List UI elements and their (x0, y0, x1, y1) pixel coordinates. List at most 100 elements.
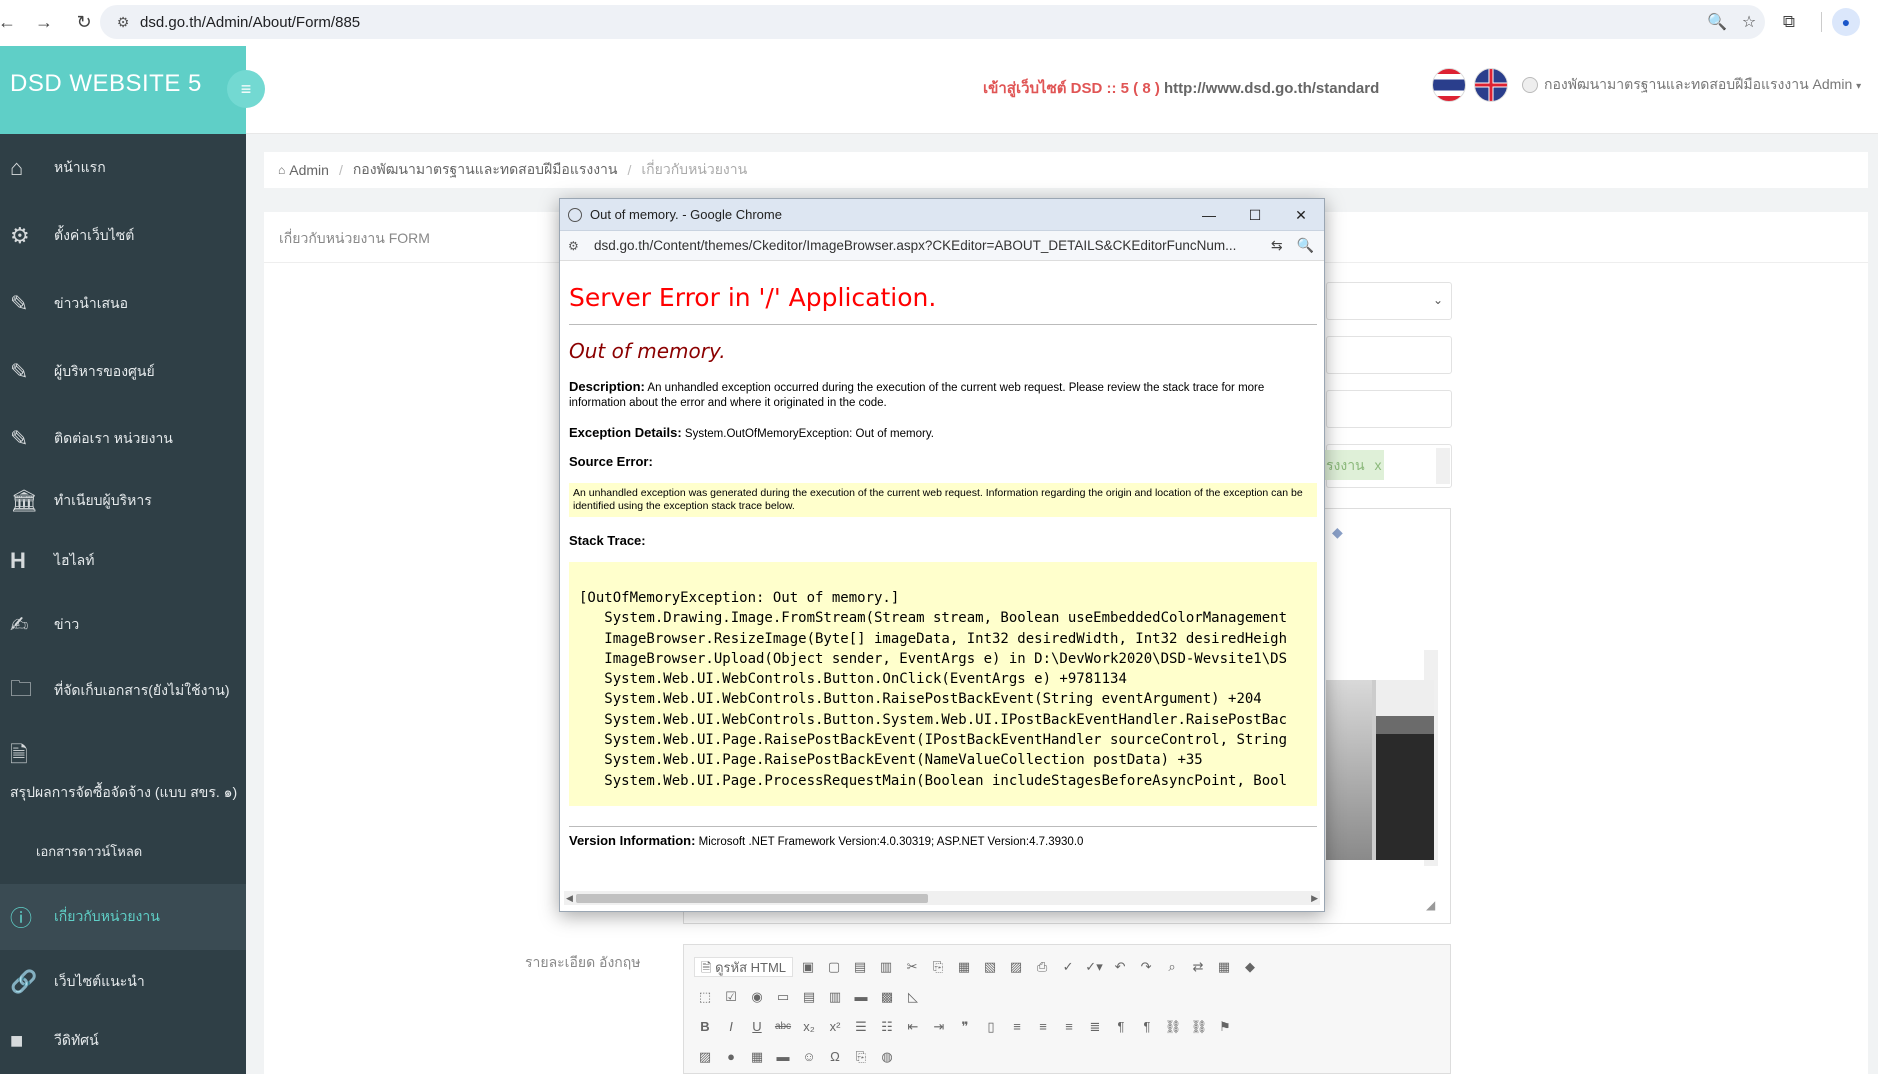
image-icon[interactable]: ▨ (694, 1047, 716, 1067)
sidebar-item-settings[interactable]: ⚙ ตั้งค่าเว็บไซต์ (0, 202, 246, 270)
smiley-icon[interactable]: ☺ (798, 1047, 820, 1067)
sidebar-item-document-storage[interactable]: 🗀 ที่จัดเก็บเอกสาร(ยังไม่ใช้งาน) (0, 658, 246, 724)
new-page-icon[interactable]: ▢ (823, 957, 845, 977)
save-icon[interactable]: ▣ (797, 957, 819, 977)
title-en-input[interactable] (1326, 390, 1452, 428)
justify-icon[interactable]: ≣ (1084, 1017, 1106, 1037)
remove-format-icon[interactable]: ◆ (1239, 957, 1261, 977)
sidebar-item-home[interactable]: ⌂ หน้าแรก (0, 134, 246, 202)
subscript-icon[interactable]: x₂ (798, 1017, 820, 1037)
table-icon[interactable]: ▦ (746, 1047, 768, 1067)
view-source-button[interactable]: 🗎 ดูรหัส HTML (694, 957, 794, 977)
align-center-icon[interactable]: ≡ (1032, 1017, 1054, 1037)
scrollbar-thumb[interactable] (576, 894, 928, 903)
maximize-icon[interactable]: ☐ (1232, 199, 1278, 231)
sidebar-item-news[interactable]: ✍ ข่าว (0, 592, 246, 658)
eraser-icon[interactable]: ◆ (1332, 524, 1343, 541)
sidebar-item-contact[interactable]: ✎ ติดต่อเรา หน่วยงาน (0, 406, 246, 472)
resize-handle-icon[interactable]: ◢ (1426, 898, 1435, 912)
breadcrumb-level1[interactable]: กองพัฒนามาตรฐานและทดสอบฝีมือแรงงาน (353, 159, 618, 181)
preview-icon[interactable]: ▤ (849, 957, 871, 977)
strikethrough-icon[interactable]: abc (772, 1017, 794, 1037)
brand-title[interactable]: DSD WEBSITE 5 (10, 70, 202, 98)
scroll-left-icon[interactable]: ◀ (566, 891, 573, 905)
replace-icon[interactable]: ⇄ (1187, 957, 1209, 977)
translate-icon[interactable]: ⇆ (1271, 237, 1283, 253)
anchor-icon[interactable]: ⚑ (1214, 1017, 1236, 1037)
paste-icon[interactable]: ▦ (953, 957, 975, 977)
stack-trace-box[interactable]: [OutOfMemoryException: Out of memory.] S… (569, 562, 1317, 806)
breadcrumb-home[interactable]: Admin (289, 162, 329, 178)
hidden-field-icon[interactable]: ◺ (902, 987, 924, 1007)
textfield-icon[interactable]: ▭ (772, 987, 794, 1007)
superscript-icon[interactable]: x² (824, 1017, 846, 1037)
title-th-input[interactable] (1326, 336, 1452, 374)
minimize-icon[interactable]: — (1186, 199, 1232, 231)
checkbox-icon[interactable]: ☑ (720, 987, 742, 1007)
print-icon[interactable]: ⎙ (1031, 957, 1053, 977)
address-bar[interactable]: ⚙ dsd.go.th/Admin/About/Form/885 🔍 ☆ (100, 5, 1765, 39)
sidebar-item-executive-directory[interactable]: 🏛 ทำเนียบผู้บริหาร (0, 472, 246, 530)
category-select[interactable]: ⌄ (1326, 282, 1452, 320)
iframe-icon[interactable]: ◍ (876, 1047, 898, 1067)
bookmark-star-icon[interactable]: ☆ (1733, 12, 1765, 32)
tags-scrollbar[interactable] (1436, 448, 1450, 484)
ltr-icon[interactable]: ¶ (1110, 1017, 1132, 1037)
paste-text-icon[interactable]: ▧ (979, 957, 1001, 977)
cut-icon[interactable]: ✂ (901, 957, 923, 977)
popup-address-bar[interactable]: ⚙ dsd.go.th/Content/themes/Ckeditor/Imag… (560, 231, 1324, 261)
underline-icon[interactable]: U (746, 1017, 768, 1037)
unlink-icon[interactable]: ⛓ (1188, 1017, 1210, 1037)
templates-icon[interactable]: ▥ (875, 957, 897, 977)
align-right-icon[interactable]: ≡ (1058, 1017, 1080, 1037)
popup-url[interactable]: dsd.go.th/Content/themes/Ckeditor/ImageB… (594, 238, 1236, 253)
sidebar-item-video[interactable]: ■ วีดิทัศน์ (0, 1014, 246, 1068)
popup-titlebar[interactable]: Out of memory. - Google Chrome — ☐ ✕ (560, 199, 1324, 231)
menu-toggle-icon[interactable]: ≡ (241, 79, 252, 99)
popup-horizontal-scrollbar[interactable]: ◀ ▶ (564, 891, 1320, 905)
sidebar-item-downloads[interactable]: เอกสารดาวน์โหลด (0, 818, 246, 884)
sidebar-item-center-executives[interactable]: ✎ ผู้บริหารของศูนย์ (0, 338, 246, 406)
user-menu[interactable]: กองพัฒนามาตรฐานและทดสอบฝีมือแรงงาน Admin… (1522, 74, 1861, 96)
undo-icon[interactable]: ↶ (1109, 957, 1131, 977)
editor-image-right[interactable] (1372, 680, 1434, 860)
link-icon[interactable]: ⛓ (1162, 1017, 1184, 1037)
special-char-icon[interactable]: Ω (824, 1047, 846, 1067)
div-icon[interactable]: ▯ (980, 1017, 1002, 1037)
sidebar-item-about[interactable]: ⓘ เกี่ยวกับหน่วยงาน (0, 884, 246, 950)
italic-icon[interactable]: I (720, 1017, 742, 1037)
sidebar-item-recommended-sites[interactable]: 🔗 เว็บไซต์แนะนำ (0, 950, 246, 1014)
select-field-icon[interactable]: ▥ (824, 987, 846, 1007)
horizontal-rule-icon[interactable]: ▬ (772, 1047, 794, 1067)
uk-flag-icon[interactable] (1474, 68, 1508, 102)
outdent-icon[interactable]: ⇤ (902, 1017, 924, 1037)
form-icon[interactable]: ⬚ (694, 987, 716, 1007)
flash-icon[interactable]: ● (720, 1047, 742, 1067)
reload-icon[interactable]: ↻ (74, 0, 94, 44)
site-headline[interactable]: เข้าสู่เว็บไซต์ DSD :: 5 ( 8 ) http://ww… (983, 76, 1379, 100)
bullet-list-icon[interactable]: ☷ (876, 1017, 898, 1037)
forward-icon[interactable]: → (34, 0, 54, 44)
back-icon[interactable]: ← (0, 0, 16, 44)
close-icon[interactable]: ✕ (1278, 199, 1324, 231)
textarea-icon[interactable]: ▤ (798, 987, 820, 1007)
rtl-icon[interactable]: ¶ (1136, 1017, 1158, 1037)
radio-icon[interactable]: ◉ (746, 987, 768, 1007)
button-field-icon[interactable]: ▬ (850, 987, 872, 1007)
image-button-icon[interactable]: ▩ (876, 987, 898, 1007)
paste-word-icon[interactable]: ▨ (1005, 957, 1027, 977)
find-icon[interactable]: ⌕ (1161, 957, 1183, 977)
sidebar-item-procurement-summary[interactable]: 🗎 สรุปผลการจัดซื้อจัดจ้าง (แบบ สขร. ๑) (0, 724, 246, 818)
numbered-list-icon[interactable]: ☰ (850, 1017, 872, 1037)
sidebar-item-highlight[interactable]: H ไฮไลท์ (0, 530, 246, 592)
page-break-icon[interactable]: ⎘ (850, 1047, 872, 1067)
sidebar-item-featured-news[interactable]: ✎ ข่าวนำเสนอ (0, 270, 246, 338)
thai-flag-icon[interactable] (1432, 68, 1466, 102)
tag-chip[interactable]: รงงาน x (1322, 450, 1384, 480)
address-url[interactable]: dsd.go.th/Admin/About/Form/885 (140, 14, 360, 31)
scroll-right-icon[interactable]: ▶ (1311, 891, 1318, 905)
bold-icon[interactable]: B (694, 1017, 716, 1037)
blockquote-icon[interactable]: ❞ (954, 1017, 976, 1037)
site-info-icon[interactable]: ⚙ (568, 239, 588, 253)
indent-icon[interactable]: ⇥ (928, 1017, 950, 1037)
